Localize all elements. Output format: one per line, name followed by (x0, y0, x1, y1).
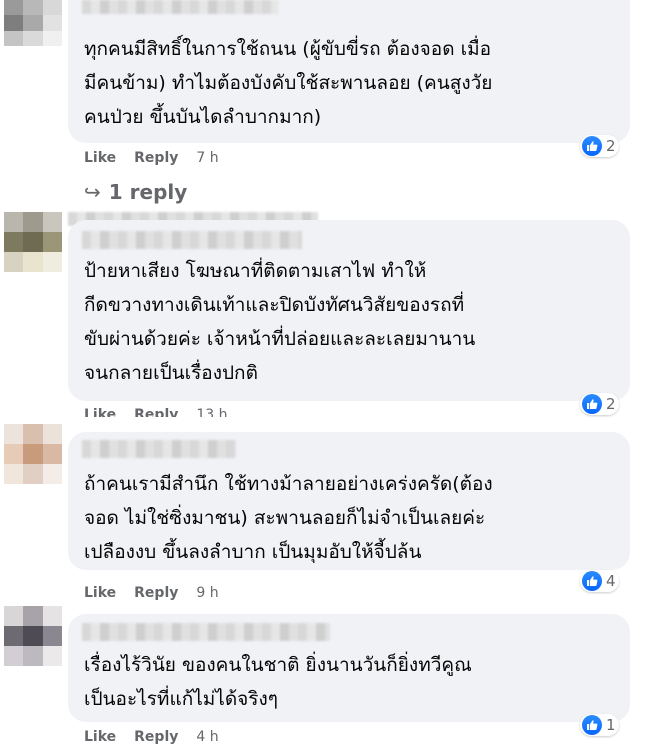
like-button[interactable]: Like (84, 585, 116, 601)
reaction-count: 2 (606, 395, 616, 413)
like-icon (582, 394, 602, 414)
timestamp[interactable]: 4 h (196, 729, 218, 745)
comment-text-line: ถ้าคนเรามีสำนึก ใช้ทางม้าลายอย่างเคร่งคร… (84, 473, 493, 495)
reaction-count-badge[interactable]: 1 (580, 714, 619, 736)
timestamp[interactable]: 13 h (196, 407, 227, 417)
reaction-count-badge[interactable]: 2 (580, 393, 619, 415)
commenter-name-blurred[interactable] (82, 440, 236, 458)
reaction-count: 2 (606, 137, 616, 155)
comment-text-line: เปลืองงบ ขึ้นลงลำบาก เป็นมุมอับให้จี้ปล้… (84, 541, 422, 563)
commenter-name-blurred[interactable] (82, 231, 302, 249)
comment-text-line: เรื่องไร้วินัย ของคนในชาติ ยิ่งนานวันก็ย… (84, 654, 472, 676)
reaction-count: 1 (606, 716, 616, 734)
comment-text-line: จอด ไม่ใช่ซิ่งมาชน) สะพานลอยก็ไม่จำเป็นเ… (84, 507, 486, 529)
timestamp[interactable]: 7 h (196, 150, 218, 166)
avatar[interactable] (4, 424, 62, 484)
comment-text-line: กีดขวางทางเดินเท้าและปิดบังทัศนวิสัยของร… (84, 294, 465, 316)
reply-button[interactable]: Reply (134, 585, 178, 601)
comment-text-line: คนป่วย ขึ้นบันไดลำบากมาก) (84, 106, 322, 128)
comment-text-line: มีคนข้าม) ทำไมต้องบังคับใช้สะพานลอย (คนส… (84, 72, 493, 94)
view-replies-link[interactable]: ↪ 1 reply (84, 179, 187, 205)
comment-text-line: ขับผ่านด้วยค่ะ เจ้าหน้าที่ปล่อยและละเลยม… (84, 328, 476, 350)
commenter-name-blurred[interactable] (82, 0, 278, 14)
reply-button[interactable]: Reply (134, 407, 178, 417)
like-icon (582, 571, 602, 591)
comment-text-line: เป็นอะไรที่แก้ไม่ได้จริงๆ (84, 688, 278, 710)
like-button[interactable]: Like (84, 407, 116, 417)
comment-text-line: จนกลายเป็นเรื่องปกติ (84, 362, 258, 384)
commenter-name-blurred[interactable] (82, 623, 330, 641)
like-icon (582, 136, 602, 156)
comment-actions: Like Reply 13 h (84, 407, 228, 417)
reaction-count-badge[interactable]: 2 (580, 135, 619, 157)
avatar[interactable] (4, 0, 62, 46)
reaction-count-badge[interactable]: 4 (580, 570, 619, 592)
avatar[interactable] (4, 606, 62, 666)
reply-arrow-icon: ↪ (84, 180, 101, 204)
comment-actions: Like Reply 4 h (84, 728, 219, 746)
like-button[interactable]: Like (84, 729, 116, 745)
like-icon (582, 715, 602, 735)
avatar[interactable] (4, 212, 62, 272)
like-button[interactable]: Like (84, 150, 116, 166)
reaction-count: 4 (606, 572, 616, 590)
reply-count-label: 1 reply (108, 180, 188, 204)
comment-actions: Like Reply 9 h (84, 584, 219, 602)
reply-button[interactable]: Reply (134, 729, 178, 745)
reply-button[interactable]: Reply (134, 150, 178, 166)
timestamp[interactable]: 9 h (196, 585, 218, 601)
comment-actions: Like Reply 7 h (84, 149, 219, 167)
comment-text-line: ป้ายหาเสียง โฆษณาที่ติดตามเสาไฟ ทำให้ (84, 260, 427, 282)
comment-text-line: ทุกคนมีสิทธิ์ในการใช้ถนน (ผู้ขับขี่รถ ต้… (84, 38, 492, 60)
